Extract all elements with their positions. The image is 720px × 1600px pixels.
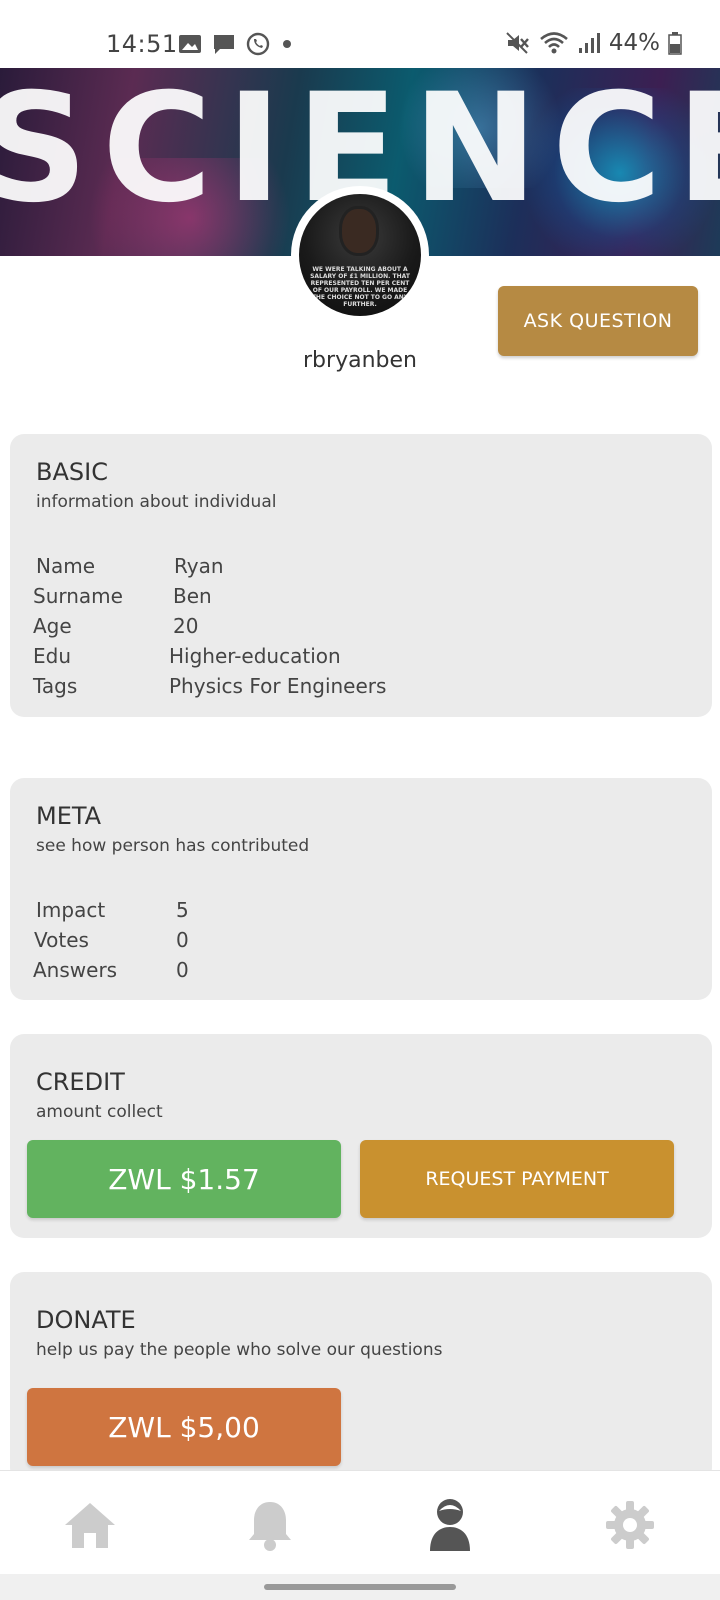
row-label: Tags (33, 674, 78, 698)
notification-icons (178, 32, 294, 56)
whatsapp-icon (246, 32, 270, 56)
row-value: Physics For Engineers (169, 674, 387, 698)
row-value: 0 (176, 958, 189, 982)
gallery-icon (179, 35, 201, 53)
credit-amount-button[interactable]: ZWL $1.57 (27, 1140, 341, 1218)
row-label: Edu (33, 644, 72, 668)
battery-icon (668, 32, 682, 55)
home-icon (65, 1503, 115, 1548)
basic-subtitle: information about individual (36, 492, 277, 512)
profile-icon (430, 1499, 470, 1551)
nav-profile[interactable] (420, 1495, 480, 1555)
bell-icon (249, 1502, 291, 1551)
nav-settings[interactable] (600, 1495, 660, 1555)
gear-icon (606, 1501, 654, 1549)
credit-title: CREDIT (36, 1068, 125, 1096)
signal-icon (578, 33, 600, 53)
system-nav-bar (0, 1574, 720, 1600)
message-icon (214, 35, 234, 54)
credit-card: CREDIT amount collect ZWL $1.57 REQUEST … (10, 1034, 712, 1238)
basic-card: BASIC information about individual Name … (10, 434, 712, 717)
dot-icon (283, 40, 291, 48)
nav-notifications[interactable] (240, 1495, 300, 1555)
row-value: Higher-education (169, 644, 341, 668)
system-icons: 44% (505, 30, 682, 56)
row-label: Surname (33, 584, 123, 608)
home-indicator[interactable] (264, 1584, 456, 1590)
request-payment-button[interactable]: REQUEST PAYMENT (360, 1140, 674, 1218)
donate-subtitle: help us pay the people who solve our que… (36, 1340, 443, 1360)
row-value: Ben (173, 584, 212, 608)
donate-title: DONATE (36, 1306, 136, 1334)
row-value: Ryan (174, 554, 224, 578)
row-label: Impact (36, 898, 106, 922)
bottom-nav (0, 1470, 720, 1574)
wifi-icon (540, 32, 568, 54)
meta-title: META (36, 802, 102, 830)
row-value: 5 (176, 898, 189, 922)
nav-home[interactable] (60, 1495, 120, 1555)
avatar-image: WE WERE TALKING ABOUT A SALARY OF £1 MIL… (299, 194, 421, 316)
status-time: 14:51 (106, 30, 178, 58)
row-value: 20 (173, 614, 199, 638)
screen: 14:51 44% SCIENC WE WERE TALKING ABOUT A… (0, 0, 720, 1600)
donate-card: DONATE help us pay the people who solve … (10, 1272, 712, 1482)
row-label: Age (33, 614, 72, 638)
status-bar: 14:51 44% (0, 0, 720, 68)
avatar-caption: WE WERE TALKING ABOUT A SALARY OF £1 MIL… (310, 266, 410, 308)
row-label: Votes (34, 928, 89, 952)
avatar: WE WERE TALKING ABOUT A SALARY OF £1 MIL… (291, 186, 429, 324)
meta-card: META see how person has contributed Impa… (10, 778, 712, 1000)
row-label: Name (36, 554, 96, 578)
credit-subtitle: amount collect (36, 1102, 163, 1122)
mute-icon (506, 32, 529, 54)
row-label: Answers (33, 958, 118, 982)
battery-percent: 44% (608, 30, 660, 56)
donate-amount-button[interactable]: ZWL $5,00 (27, 1388, 341, 1466)
meta-subtitle: see how person has contributed (36, 836, 310, 856)
row-value: 0 (176, 928, 189, 952)
ask-question-button[interactable]: ASK QUESTION (498, 286, 698, 356)
basic-title: BASIC (36, 458, 108, 486)
